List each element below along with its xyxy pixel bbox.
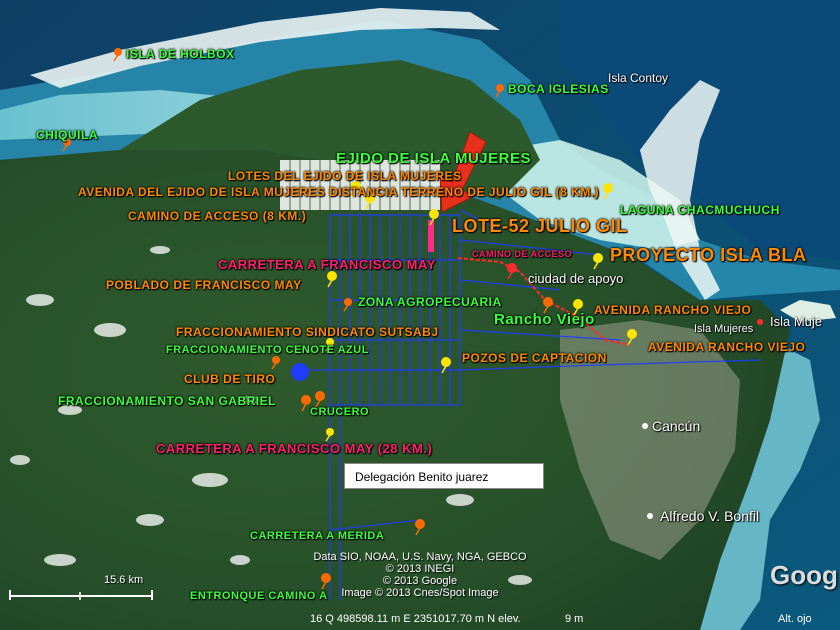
pushpin-icon — [757, 319, 763, 325]
delegacion-box: Delegación Benito juarez — [344, 463, 544, 489]
label-lotes-ejido: LOTES DEL EJIDO DE ISLA MUJERES — [228, 169, 462, 183]
label-avenida-rv1: AVENIDA RANCHO VIEJO — [594, 303, 752, 317]
lote-52-parcel — [428, 220, 434, 252]
label-boca-iglesias: BOCA IGLESIAS — [508, 82, 609, 96]
label-alfredo-bonfil: Alfredo V. Bonfil — [660, 508, 760, 524]
label-fracc-cenote: FRACCIONAMIENTO CENOTE AZUL — [166, 344, 369, 356]
label-ciudad-apoyo: ciudad de apoyo — [528, 271, 624, 286]
label-camino-acceso-8km: CAMINO DE ACCESO (8 KM.) — [128, 209, 307, 223]
status-bar: 16 Q 498598.11 m E 2351017.70 m N elev. … — [0, 610, 840, 630]
label-camino-acceso: CAMINO DE ACCESO — [472, 249, 573, 259]
label-isla-mujeres-small: Isla Mujeres — [694, 323, 754, 335]
label-laguna: LAGUNA CHACMUCHUCH — [620, 203, 780, 217]
eye-altitude-readout: Alt. ojo — [778, 613, 812, 625]
label-club-tiro: CLUB DE TIRO — [184, 372, 276, 386]
label-rancho-viejo: Rancho Viejo — [494, 311, 595, 328]
credit-line: © 2013 Google — [382, 575, 458, 587]
label-ejido-title: EJIDO DE ISLA MUJERES — [336, 150, 531, 167]
label-chiquila: CHIQUILA — [36, 128, 98, 142]
google-logo: Goog — [770, 560, 838, 590]
label-avenida-rv2: AVENIDA RANCHO VIEJO — [648, 340, 806, 354]
label-zona-agro: ZONA AGROPECUARIA — [358, 295, 502, 309]
elevation-readout: 9 m — [565, 613, 584, 625]
label-crucero: CRUCERO — [310, 406, 370, 418]
label-isla-mujeres: Isla Muje — [770, 314, 823, 329]
label-isla-contoy: Isla Contoy — [608, 71, 669, 85]
label-carretera-fm-28: CARRETERA A FRANCISCO MAY (28 KM.) — [156, 441, 433, 456]
label-carretera-merida: CARRETERA A MERIDA — [250, 530, 385, 542]
label-proyecto: PROYECTO ISLA BLA — [610, 245, 807, 265]
label-fracc-san-gabriel: FRACCIONAMIENTO SAN GABRIEL — [58, 394, 276, 408]
label-pozos: POZOS DE CAPTACION — [462, 351, 607, 365]
credit-line: Data SIO, NOAA, U.S. Navy, NGA, GEBCO — [313, 551, 527, 563]
credit-line: Image © 2013 Cnes/Spot Image — [341, 587, 499, 599]
map-credits: Data SIO, NOAA, U.S. Navy, NGA, GEBCO © … — [285, 551, 555, 599]
label-fracc-sutsabj: FRACCIONAMIENTO SINDICATO SUTSABJ — [176, 325, 439, 339]
label-isla-holbox: ISLA DE HOLBOX — [126, 47, 235, 61]
bonfil-dot — [647, 513, 653, 519]
cancun-dot — [642, 423, 648, 429]
credit-line: © 2013 INEGI — [385, 563, 455, 575]
label-poblado-fm: POBLADO DE FRANCISCO MAY — [106, 278, 302, 292]
scale-bar — [9, 590, 153, 600]
label-carretera-fm: CARRETERA A FRANCISCO MAY — [218, 257, 436, 272]
club-de-tiro-marker — [291, 363, 309, 381]
label-lote-52: LOTE-52 JULIO GIL — [452, 216, 628, 236]
label-cancun: Cancún — [652, 418, 701, 434]
label-avenida-ejido: AVENIDA DEL EJIDO DE ISLA MUJERES DISTAN… — [78, 185, 600, 199]
coordinates-readout: 16 Q 498598.11 m E 2351017.70 m N elev. — [310, 613, 521, 625]
